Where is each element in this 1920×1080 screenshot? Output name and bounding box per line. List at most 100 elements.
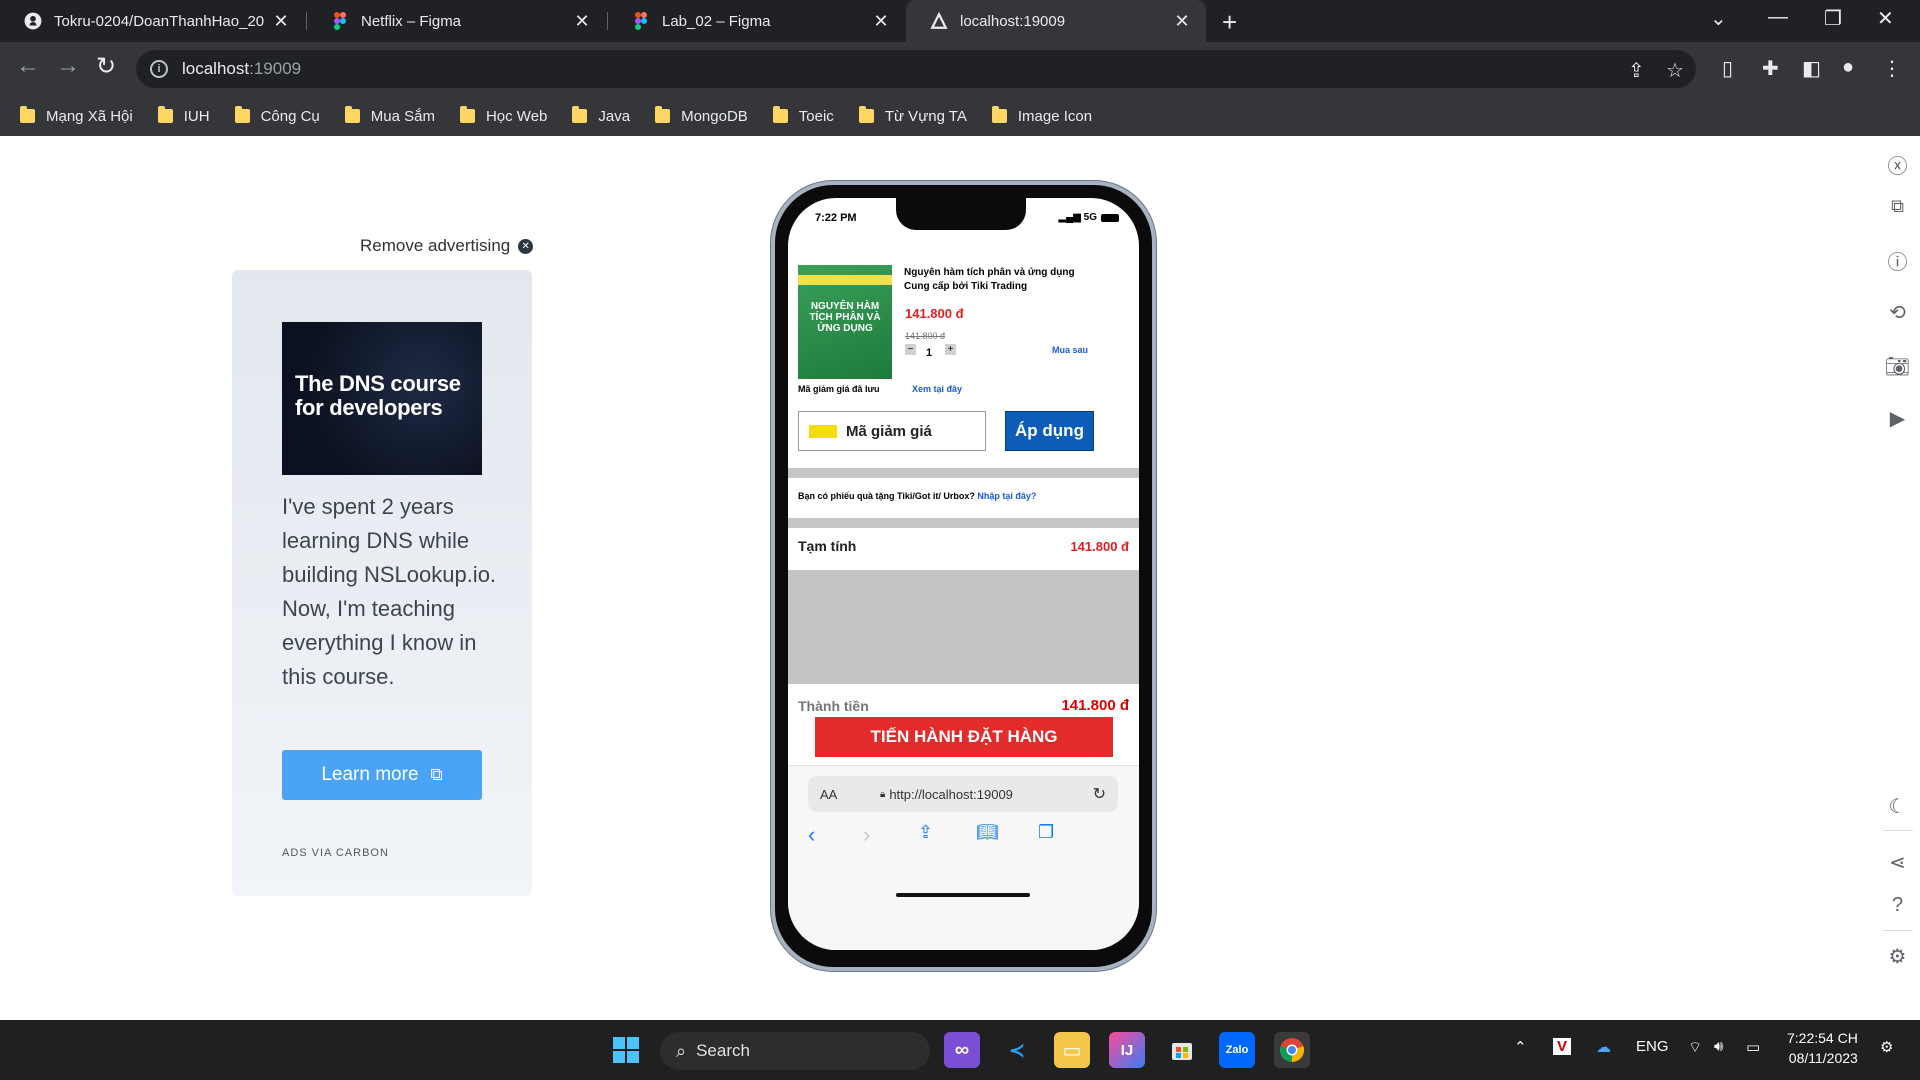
carbon-ad-card[interactable]: The DNS course for developers I've spent… <box>232 270 532 896</box>
page-content: Remove advertising ✕ The DNS course for … <box>0 136 1920 1020</box>
remove-advertising-link[interactable]: Remove advertising ✕ <box>360 236 534 256</box>
settings-gear-icon[interactable]: ⚙ <box>1875 944 1920 969</box>
microsoft-store-icon[interactable] <box>1164 1032 1200 1068</box>
site-info-icon[interactable]: i <box>150 60 168 78</box>
bookmark-folder[interactable]: Mua Sắm <box>344 106 435 125</box>
tab-title: Lab_02 – Figma <box>662 12 771 30</box>
back-icon[interactable]: ‹ <box>808 822 815 848</box>
close-icon[interactable]: ✕ <box>1172 11 1192 32</box>
dark-mode-icon[interactable]: ☾ <box>1875 794 1920 819</box>
bookmark-folder[interactable]: IUH <box>157 106 210 125</box>
zalo-icon[interactable]: Zalo <box>1219 1032 1255 1068</box>
saved-coupon-label: Mã giảm giá đã lưu <box>798 384 880 394</box>
profile-icon[interactable]: ● <box>1842 56 1854 79</box>
ads-via-carbon-link[interactable]: ADS VIA CARBON <box>282 847 389 859</box>
tab-search-chevron-icon[interactable]: ⌄ <box>1710 6 1727 31</box>
share-icon[interactable]: ⇪ <box>1628 58 1645 83</box>
menu-icon[interactable]: ⋮ <box>1882 56 1902 81</box>
bookmark-folder[interactable]: Image Icon <box>991 106 1092 125</box>
taskbar-search-box[interactable]: ⌕ Search <box>660 1032 930 1070</box>
view-coupons-link[interactable]: Xem tại đây <box>912 384 962 394</box>
visual-studio-icon[interactable]: ∞ <box>944 1032 980 1068</box>
share-icon[interactable]: ⋖ <box>1875 850 1920 875</box>
bookmark-folder[interactable]: Công Cụ <box>234 106 320 125</box>
battery-icon[interactable]: ▭ <box>1746 1038 1760 1056</box>
tab-github[interactable]: Tokru-0204/DoanThanhHao_20 ✕ <box>0 0 305 42</box>
rotate-icon[interactable]: ⟲ <box>1875 300 1920 325</box>
camera-icon[interactable]: 📷︎ <box>1875 354 1920 379</box>
restore-icon[interactable]: ❐ <box>1824 6 1842 31</box>
enter-gift-link[interactable]: Nhập tại đây? <box>977 491 1036 501</box>
side-panel-icon[interactable]: ◧ <box>1802 56 1821 81</box>
ad-body-text[interactable]: I've spent 2 years learning DNS while bu… <box>282 490 502 694</box>
dynamic-notch <box>896 198 1026 230</box>
buy-later-link[interactable]: Mua sau <box>1052 345 1088 355</box>
vivaldi-tray-icon[interactable]: V <box>1553 1038 1572 1055</box>
intellij-icon[interactable]: IJ <box>1109 1032 1145 1068</box>
device-icon[interactable]: ▯ <box>1722 56 1733 81</box>
info-icon[interactable]: ⓘ <box>1875 246 1920 275</box>
window-close-icon[interactable]: ✕ <box>1877 6 1894 31</box>
status-time: 7:22 PM <box>815 212 857 224</box>
folder-icon <box>858 106 874 123</box>
file-explorer-icon[interactable]: ▭ <box>1054 1032 1090 1068</box>
help-icon[interactable]: ? <box>1875 894 1920 917</box>
bookmark-folder[interactable]: MongoDB <box>655 106 748 125</box>
windows-start-icon[interactable] <box>608 1032 644 1068</box>
reload-icon[interactable]: ↻ <box>1093 784 1106 804</box>
close-icon[interactable]: ✕ <box>271 11 291 32</box>
wifi-icon[interactable]: ⌔ <box>1688 1038 1702 1057</box>
bookmark-folder[interactable]: Học Web <box>459 106 547 125</box>
folder-icon <box>234 106 250 123</box>
onedrive-icon[interactable]: ☁ <box>1596 1038 1611 1056</box>
minimize-icon[interactable]: — <box>1768 6 1788 29</box>
volume-icon[interactable]: 🔊︎ <box>1714 1038 1723 1055</box>
subtotal-value: 141.800 đ <box>1070 539 1129 554</box>
back-icon[interactable]: ← <box>16 52 40 80</box>
new-tab-icon[interactable]: + <box>1222 7 1237 38</box>
bookmark-folder[interactable]: Java <box>572 106 630 125</box>
tabs-icon[interactable]: ❐ <box>1038 822 1054 843</box>
learn-more-button[interactable]: Learn more ⧉ <box>282 750 482 800</box>
place-order-button[interactable]: TIẾN HÀNH ĐẶT HÀNG <box>815 717 1113 757</box>
share-icon[interactable]: ⇪ <box>918 822 933 843</box>
close-circle-icon[interactable]: ⓧ <box>1875 150 1920 179</box>
bookmarks-icon[interactable]: 📖︎ <box>976 822 999 843</box>
reload-icon[interactable]: ↻ <box>96 52 116 81</box>
bookmark-star-icon[interactable]: ☆ <box>1666 58 1684 83</box>
tab-lab02-figma[interactable]: Lab_02 – Figma ✕ <box>608 0 905 42</box>
product-old-price: 141.800 đ <box>905 331 946 341</box>
tab-title: Tokru-0204/DoanThanhHao_20 <box>54 12 265 30</box>
close-icon[interactable]: ✕ <box>572 11 592 32</box>
apply-coupon-button[interactable]: Áp dụng <box>1005 411 1094 451</box>
vscode-icon[interactable]: ≺ <box>999 1032 1035 1068</box>
ad-image[interactable]: The DNS course for developers <box>282 322 482 475</box>
device-switch-icon[interactable]: ⧉ <box>1875 196 1920 217</box>
product-info: Nguyên hàm tích phân và ứng dụng Cung cấ… <box>904 266 1119 294</box>
close-icon[interactable]: ✕ <box>871 11 891 32</box>
folder-icon <box>459 106 475 123</box>
quantity-increase-button[interactable]: + <box>945 344 956 355</box>
coupon-code-input[interactable]: Mã giảm giá <box>798 411 986 451</box>
bookmark-folder[interactable]: Từ Vựng TA <box>858 106 967 125</box>
chrome-icon[interactable] <box>1274 1032 1310 1068</box>
text-size-button[interactable]: AA <box>820 787 880 802</box>
show-hidden-icons-chevron[interactable]: ⌃ <box>1514 1038 1527 1056</box>
address-bar[interactable]: i localhost:19009 ⇪ ☆ <box>136 50 1696 88</box>
safari-address-bar[interactable]: AA 🔒︎ http://localhost:19009 ↻ <box>808 776 1118 812</box>
iphone-frame: 7:22 PM ▂▄▆ 5G NGUYÊN HÀM TÍCH PHÂN VÀ Ứ… <box>771 181 1156 971</box>
folder-icon <box>655 106 671 123</box>
extensions-icon[interactable]: ✚ <box>1762 56 1779 81</box>
quantity-decrease-button[interactable]: − <box>905 344 916 355</box>
notification-settings-icon[interactable]: ⚙ <box>1880 1038 1893 1056</box>
forward-icon[interactable]: → <box>56 52 80 80</box>
language-indicator[interactable]: ENG <box>1636 1038 1669 1055</box>
tab-localhost[interactable]: localhost:19009 ✕ <box>906 0 1206 42</box>
tab-netflix-figma[interactable]: Netflix – Figma ✕ <box>307 0 606 42</box>
video-icon[interactable]: ▶ <box>1875 406 1920 431</box>
bookmark-folder[interactable]: Mạng Xã Hội <box>20 106 133 125</box>
forward-icon[interactable]: › <box>863 822 870 848</box>
bookmark-folder[interactable]: Toeic <box>772 106 834 125</box>
product-cover-image[interactable]: NGUYÊN HÀM TÍCH PHÂN VÀ ỨNG DỤNG <box>798 265 892 379</box>
clock[interactable]: 7:22:54 CH 08/11/2023 <box>1787 1028 1858 1068</box>
